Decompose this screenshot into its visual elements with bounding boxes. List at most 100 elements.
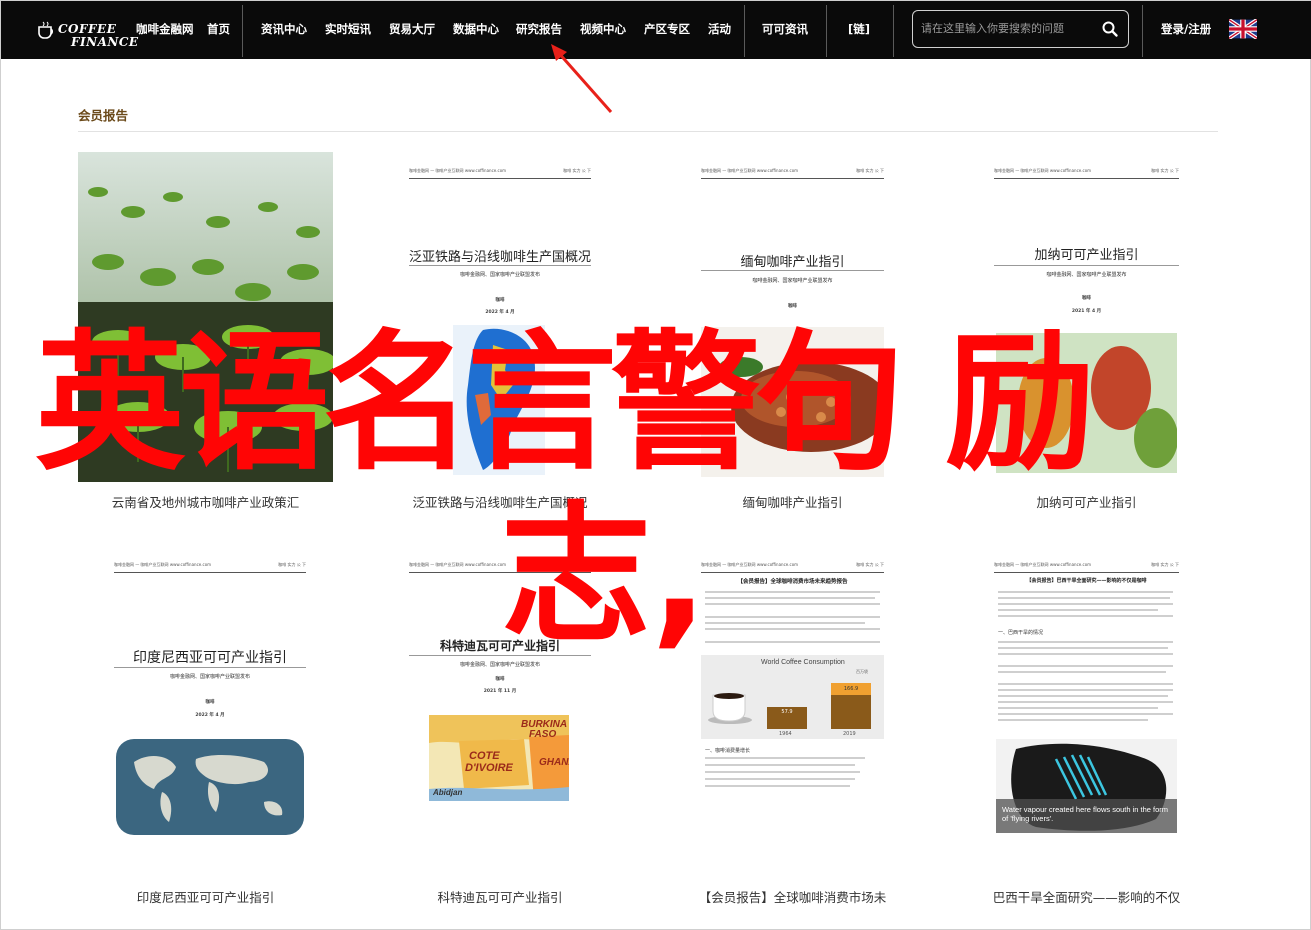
report-caption[interactable]: 加纳可可产业指引 [994, 492, 1179, 511]
doc-title: 【会员报告】巴西干旱全面研究——影响的不仅是咖啡 [1026, 578, 1147, 584]
doc-header-left: 咖啡金融网 — 咖啡产业互联网 www.coffinance.com [114, 562, 212, 567]
doc-section-label: 一、咖啡消费量增长 [705, 748, 751, 754]
search-icon[interactable] [1101, 20, 1119, 38]
coffee-cup-icon [38, 21, 53, 39]
nav-item-site-name[interactable]: 咖啡金融网 [136, 21, 194, 37]
report-card[interactable]: 咖啡金融网 — 咖啡产业互联网 www.coffinance.com 咖啡 实力… [701, 167, 884, 482]
doc-text-line [998, 695, 1168, 697]
chart-bar-2019: 166.9 [831, 683, 871, 729]
flying-rivers-photo: Water vapour created here flows south in… [996, 739, 1177, 833]
nav-item-video[interactable]: 视频中心 [580, 21, 626, 37]
doc-text-line [998, 665, 1173, 667]
report-card[interactable] [78, 152, 333, 482]
doc-label: 咖啡 [205, 700, 215, 705]
report-card[interactable]: 咖啡金融网 — 咖啡产业互联网 www.coffinance.com 咖啡 实力… [114, 561, 306, 841]
doc-label: 咖啡 [495, 298, 505, 303]
doc-text-line [705, 628, 880, 630]
doc-text-line [998, 615, 1173, 617]
doc-header: 咖啡金融网 — 咖啡产业互联网 www.coffinance.com 咖啡 实力… [994, 561, 1179, 573]
nav-item-chain[interactable]: [链] [848, 21, 870, 37]
nav-item-trade[interactable]: 贸易大厅 [389, 21, 435, 37]
uk-flag-icon[interactable] [1229, 19, 1257, 39]
doc-title: 科特迪瓦可可产业指引 [439, 639, 560, 653]
doc-date: 2021 年 4 月 [1071, 309, 1102, 314]
report-card[interactable]: 咖啡金融网 — 咖啡产业互联网 www.coffinance.com 咖啡 实力… [994, 561, 1179, 861]
report-cover-photo[interactable] [78, 152, 333, 482]
nav-item-research[interactable]: 研究报告 [516, 21, 562, 37]
report-card[interactable]: 咖啡金融网 — 咖啡产业互联网 www.coffinance.com 咖啡 实力… [409, 561, 591, 811]
doc-text-line [705, 757, 865, 759]
report-caption[interactable]: 泛亚铁路与沿线咖啡生产国概况 [369, 492, 631, 511]
doc-header-right: 咖啡 实力 公 下 [856, 562, 884, 567]
logo-text-finance: FINANCE [71, 35, 139, 49]
doc-text-line [705, 603, 880, 605]
report-card[interactable]: 咖啡金融网 — 咖啡产业互联网 www.coffinance.com 咖啡 实力… [701, 561, 884, 811]
report-cover[interactable]: 咖啡金融网 — 咖啡产业互联网 www.coffinance.com 咖啡 实力… [409, 167, 591, 482]
top-nav: COFFEE FINANCE 咖啡金融网 首页 资讯中心 实时短讯 贸易大厅 数… [1, 1, 1311, 59]
report-cover[interactable]: 咖啡金融网 — 咖啡产业互联网 www.coffinance.com 咖啡 实力… [994, 561, 1179, 861]
doc-text-line [998, 597, 1170, 599]
search-input[interactable] [921, 19, 1099, 39]
nav-divider [893, 5, 894, 57]
world-map [116, 739, 304, 835]
doc-header-right: 咖啡 实力 公 下 [1151, 168, 1179, 173]
coffee-beans-photo [701, 327, 884, 477]
doc-subtitle: 咖啡金融网、国家咖啡产业联盟发布 [752, 278, 833, 284]
nav-item-data[interactable]: 数据中心 [453, 21, 499, 37]
photo-caption: Water vapour created here flows south in… [1002, 805, 1169, 823]
chart-unit: 百万袋 [856, 669, 868, 674]
report-card[interactable]: 咖啡金融网 — 咖啡产业互联网 www.coffinance.com 咖啡 实力… [994, 167, 1179, 482]
doc-text-line [998, 603, 1173, 605]
map-label: FASO [529, 729, 556, 740]
login-register-link[interactable]: 登录/注册 [1161, 21, 1211, 37]
report-caption[interactable]: 【会员报告】全球咖啡消费市场未 [661, 887, 924, 906]
report-card[interactable]: 咖啡金融网 — 咖啡产业互联网 www.coffinance.com 咖啡 实力… [409, 167, 591, 482]
doc-text-line [705, 616, 880, 618]
report-caption[interactable]: 印度尼西亚可可产业指引 [78, 887, 333, 906]
nav-item-news[interactable]: 资讯中心 [261, 21, 307, 37]
doc-text-line [705, 641, 880, 643]
doc-header-right: 咖啡 实力 公 下 [1151, 562, 1179, 567]
report-cover[interactable]: 咖啡金融网 — 咖啡产业互联网 www.coffinance.com 咖啡 实力… [701, 167, 884, 482]
report-cover[interactable]: 咖啡金融网 — 咖啡产业互联网 www.coffinance.com 咖啡 实力… [701, 561, 884, 811]
chart-bar-value: 57.9 [781, 709, 793, 715]
search-box [912, 10, 1129, 48]
doc-label: 咖啡 [1082, 296, 1091, 301]
doc-label: 咖啡 [495, 677, 505, 682]
doc-text-line [705, 778, 855, 780]
nav-item-cocoa[interactable]: 可可资讯 [762, 21, 808, 37]
report-caption[interactable]: 巴西干旱全面研究——影响的不仅 [954, 887, 1219, 906]
site-logo[interactable]: COFFEE FINANCE [37, 9, 138, 49]
nav-item-flash[interactable]: 实时短讯 [325, 21, 371, 37]
doc-date: 2022 年 4 月 [195, 713, 225, 718]
doc-text-line [998, 719, 1148, 721]
consumption-chart: World Coffee Consumption 百万袋 57.9 166.9 … [701, 655, 884, 739]
doc-title: 印度尼西亚可可产业指引 [133, 650, 287, 666]
report-caption[interactable]: 科特迪瓦可可产业指引 [371, 887, 629, 906]
doc-title: 加纳可可产业指引 [1034, 248, 1139, 263]
report-caption[interactable]: 云南省及地州城市咖啡产业政策汇 [78, 492, 333, 511]
chart-bar-value: 166.9 [843, 686, 859, 692]
chart-bar-1964: 57.9 [767, 707, 807, 729]
red-arrow-icon [551, 44, 613, 113]
report-cover[interactable]: 咖啡金融网 — 咖啡产业互联网 www.coffinance.com 咖啡 实力… [409, 561, 591, 811]
southeast-asia-map [453, 325, 545, 475]
report-cover[interactable]: 咖啡金融网 — 咖啡产业互联网 www.coffinance.com 咖啡 实力… [114, 561, 306, 841]
doc-text-line [998, 701, 1173, 703]
doc-title: 【会员报告】全球咖啡消费市场未来趋势报告 [737, 579, 848, 585]
report-caption[interactable]: 缅甸咖啡产业指引 [701, 492, 884, 511]
doc-header-left: 咖啡金融网 — 咖啡产业互联网 www.coffinance.com [994, 562, 1092, 567]
nav-item-home[interactable]: 首页 [207, 21, 230, 37]
doc-header-left: 咖啡金融网 — 咖啡产业互联网 www.coffinance.com [409, 168, 507, 173]
chart-title: World Coffee Consumption [761, 659, 845, 666]
nav-divider [1142, 5, 1143, 57]
doc-text-line [998, 591, 1173, 593]
chart-year-label: 1964 [779, 731, 792, 737]
doc-text-line [998, 653, 1173, 655]
report-cover[interactable]: 咖啡金融网 — 咖啡产业互联网 www.coffinance.com 咖啡 实力… [994, 167, 1179, 482]
nav-item-origin[interactable]: 产区专区 [644, 21, 690, 37]
map-label: COTE [469, 750, 500, 762]
nav-item-events[interactable]: 活动 [708, 21, 731, 37]
doc-text-line [998, 713, 1173, 715]
doc-section-label: 一、巴西干旱的情况 [998, 630, 1044, 636]
